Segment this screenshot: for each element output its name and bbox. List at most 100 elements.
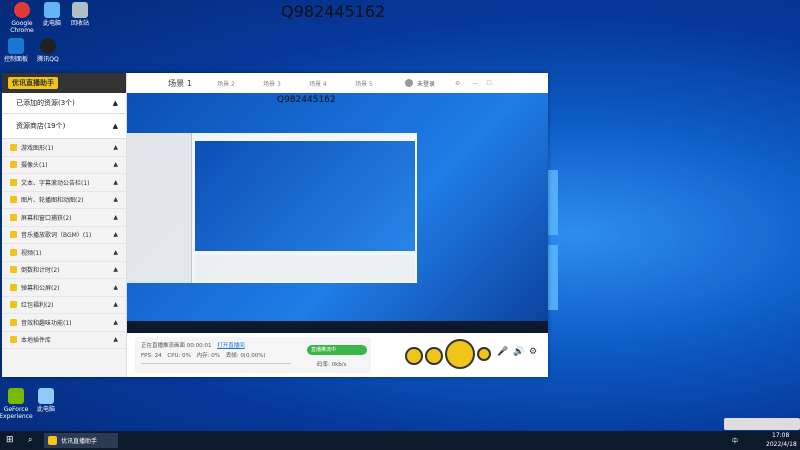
search-icon[interactable]: ⌕ [28, 435, 32, 445]
ime-indicator[interactable]: 中 [732, 436, 738, 445]
stream-status-text: 正在直播推流画面 00:00:01 [141, 343, 212, 349]
minimize-icon[interactable]: — [472, 80, 478, 87]
start-icon[interactable]: ⊞ [6, 435, 14, 445]
category-icon [10, 143, 17, 151]
chevron-up-icon: ▲ [113, 248, 118, 256]
desktop-icon-label: 此电脑 [36, 406, 55, 413]
control-panel-icon [8, 38, 24, 54]
record-stop-button[interactable] [445, 339, 475, 369]
nvidia-icon [8, 388, 24, 404]
stream-toggle-label: 直播推流中 [311, 347, 337, 353]
watermark-text: Q982445162 [281, 2, 386, 21]
chrome-icon [14, 2, 30, 18]
mic-icon[interactable]: 🎤 [497, 347, 508, 357]
nested-controls [195, 255, 415, 281]
clock-date[interactable]: 2022/4/18 [766, 441, 797, 448]
cpu-value: 0% [182, 353, 191, 359]
computer-icon [38, 388, 54, 404]
tab-scene-4[interactable]: 场景 4 [295, 79, 341, 88]
user-avatar[interactable] [405, 79, 413, 87]
stream-toggle[interactable]: 直播推流中 [307, 345, 367, 355]
recycle-bin-icon [72, 2, 88, 18]
drop-value: 0(0.00%) [240, 353, 266, 359]
mic-button[interactable] [477, 347, 491, 361]
bitrate-label: 码率: [317, 362, 330, 368]
desktop-icon-recycle-bin[interactable]: 回收站 [58, 2, 102, 27]
control-bar: 正在直播推流画面 00:00:01 打开直播间 FPS: 24 CPU: 0% … [127, 335, 548, 377]
tab-scene-5[interactable]: 场景 5 [341, 79, 387, 88]
category-icon [10, 231, 17, 239]
category-icon [10, 196, 17, 204]
chevron-up-icon: ▲ [113, 301, 118, 309]
sidebar-category[interactable]: 图片、轮播图和动图(2) ▲ [2, 192, 126, 209]
added-resources-header[interactable]: 已添加的资源(3个) ▲ [2, 93, 126, 114]
taskbar-app-button[interactable]: 优讯直播助手 [44, 433, 118, 448]
desktop-icon-label: 腾讯QQ [37, 56, 59, 63]
resource-store-header[interactable]: 资源商店(19个) ▲ [2, 114, 126, 139]
live-preview[interactable]: Q982445162 [127, 93, 548, 333]
sidebar-category[interactable]: 音效和趣味功能(1) ▲ [2, 314, 126, 332]
category-icon [10, 161, 17, 169]
penguin-icon [40, 38, 56, 54]
tab-scene-3[interactable]: 场景 3 [249, 79, 295, 88]
sidebar-category[interactable]: 游戏图形(1) ▲ [2, 139, 126, 157]
category-icon [10, 248, 17, 256]
category-label: 弹幕和公屏(2) [21, 284, 60, 292]
open-live-room-link[interactable]: 打开直播间 [217, 343, 245, 349]
tab-scene-2[interactable]: 场景 2 [203, 79, 249, 88]
maximize-icon[interactable]: ☐ [486, 80, 491, 87]
taskbar: ⊞ ⌕ 优讯直播助手 中 17:08 2022/4/18 [0, 431, 800, 450]
bitrate-value: 0kb/s [331, 362, 347, 368]
chevron-up-icon: ▲ [113, 178, 118, 186]
mem-value: 0% [211, 353, 220, 359]
chevron-up-icon: ▲ [113, 196, 118, 204]
sidebar-category[interactable]: 屏幕和窗口捕获(2) ▲ [2, 209, 126, 227]
sidebar: 优讯直播助手 已添加的资源(3个) ▲ 资源商店(19个) ▲ 游戏图形(1) ▲… [2, 73, 127, 377]
settings-icon[interactable]: ⚙ [529, 347, 537, 357]
tab-scene-1[interactable]: 场景 1 [157, 78, 203, 89]
chevron-up-icon: ▲ [113, 161, 118, 169]
ime-toolbar[interactable] [724, 418, 800, 430]
cpu-label: CPU: [167, 353, 181, 359]
mem-label: 内存: [196, 353, 210, 359]
chevron-up-icon: ▲ [113, 266, 118, 274]
added-resources-label: 已添加的资源(3个) [16, 99, 75, 107]
category-icon [10, 213, 17, 221]
clock-time[interactable]: 17:08 [772, 432, 789, 439]
chevron-up-icon: ▲ [113, 213, 118, 221]
fps-label: FPS: [141, 353, 153, 359]
category-list: 游戏图形(1) ▲ 摄像头(1) ▲ 文本、字幕滚动公告栏(1) ▲ 图片、轮播图和动图(2… [2, 139, 126, 349]
category-label: 文本、字幕滚动公告栏(1) [21, 179, 90, 187]
category-label: 图片、轮播图和动图(2) [21, 197, 84, 205]
preview-watermark: Q982445162 [277, 95, 336, 105]
desktop-icon-control-panel[interactable]: 控制面板 [0, 38, 38, 63]
category-label: 摄像头(1) [21, 162, 48, 170]
sidebar-category[interactable]: 视频(1) ▲ [2, 244, 126, 262]
preview-taskbar [127, 321, 548, 333]
sidebar-category[interactable]: 弹幕和公屏(2) ▲ [2, 279, 126, 297]
sidebar-category[interactable]: 倒数和计时(2) ▲ [2, 262, 126, 279]
category-label: 游戏图形(1) [21, 144, 54, 152]
category-icon [10, 318, 17, 326]
nested-preview-window [127, 133, 417, 283]
category-icon [10, 336, 17, 344]
sidebar-category[interactable]: 红包福利(2) ▲ [2, 297, 126, 314]
sidebar-category[interactable]: 音乐播放歌词（BGM）(1) ▲ [2, 227, 126, 244]
camera-button[interactable] [405, 347, 423, 365]
category-icon [10, 266, 17, 274]
chevron-up-icon: ▲ [113, 336, 118, 344]
desktop-icon-pc-2[interactable]: 此电脑 [24, 388, 68, 413]
chevron-up-icon: ▲ [113, 283, 118, 291]
speaker-icon[interactable]: 🔊 [513, 347, 524, 357]
snapshot-button[interactable] [425, 347, 443, 365]
main-area: 场景 1 场景 2 场景 3 场景 4 场景 5 未登录 ⚙ — ☐ Q9824… [127, 73, 548, 377]
sidebar-category[interactable]: 本地插件库 ▲ [2, 332, 126, 349]
sidebar-category[interactable]: 摄像头(1) ▲ [2, 157, 126, 174]
sidebar-category[interactable]: 文本、字幕滚动公告栏(1) ▲ [2, 174, 126, 192]
volume-slider[interactable] [141, 363, 291, 364]
chevron-up-icon: ▲ [113, 143, 118, 151]
gear-icon[interactable]: ⚙ [455, 80, 460, 87]
category-icon [10, 283, 17, 291]
user-login-label[interactable]: 未登录 [417, 79, 435, 88]
category-label: 红包福利(2) [21, 302, 54, 310]
